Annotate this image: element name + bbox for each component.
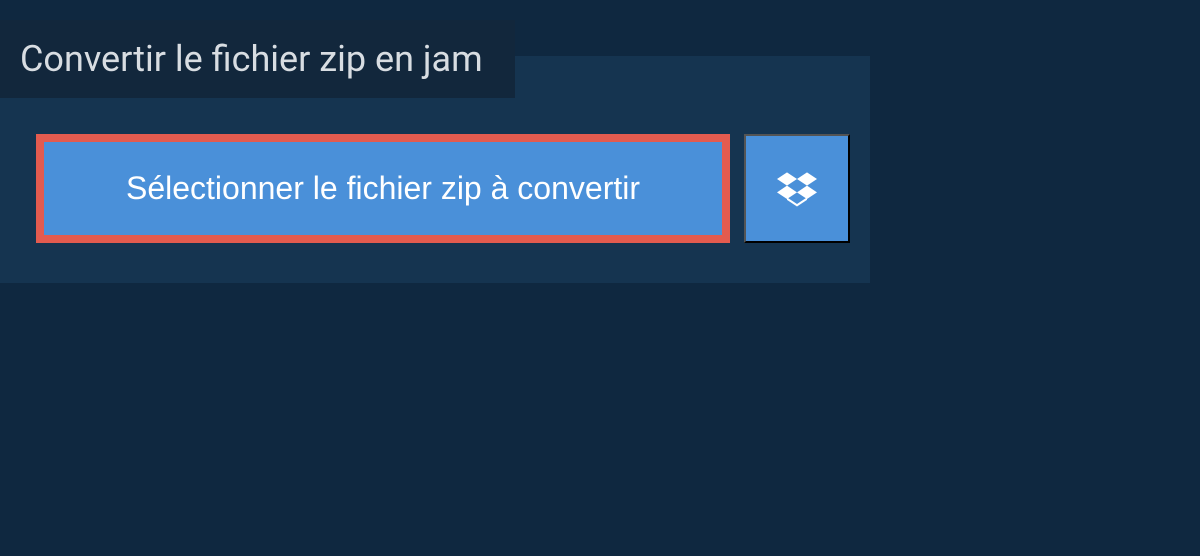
page-title: Convertir le fichier zip en jam [20,38,483,80]
dropbox-button[interactable] [744,134,850,243]
heading-bar: Convertir le fichier zip en jam [0,20,515,98]
button-row: Sélectionner le fichier zip à convertir [0,98,870,243]
select-file-button[interactable]: Sélectionner le fichier zip à convertir [36,134,730,243]
converter-panel: Convertir le fichier zip en jam Sélectio… [0,56,870,283]
dropbox-icon [777,169,817,209]
